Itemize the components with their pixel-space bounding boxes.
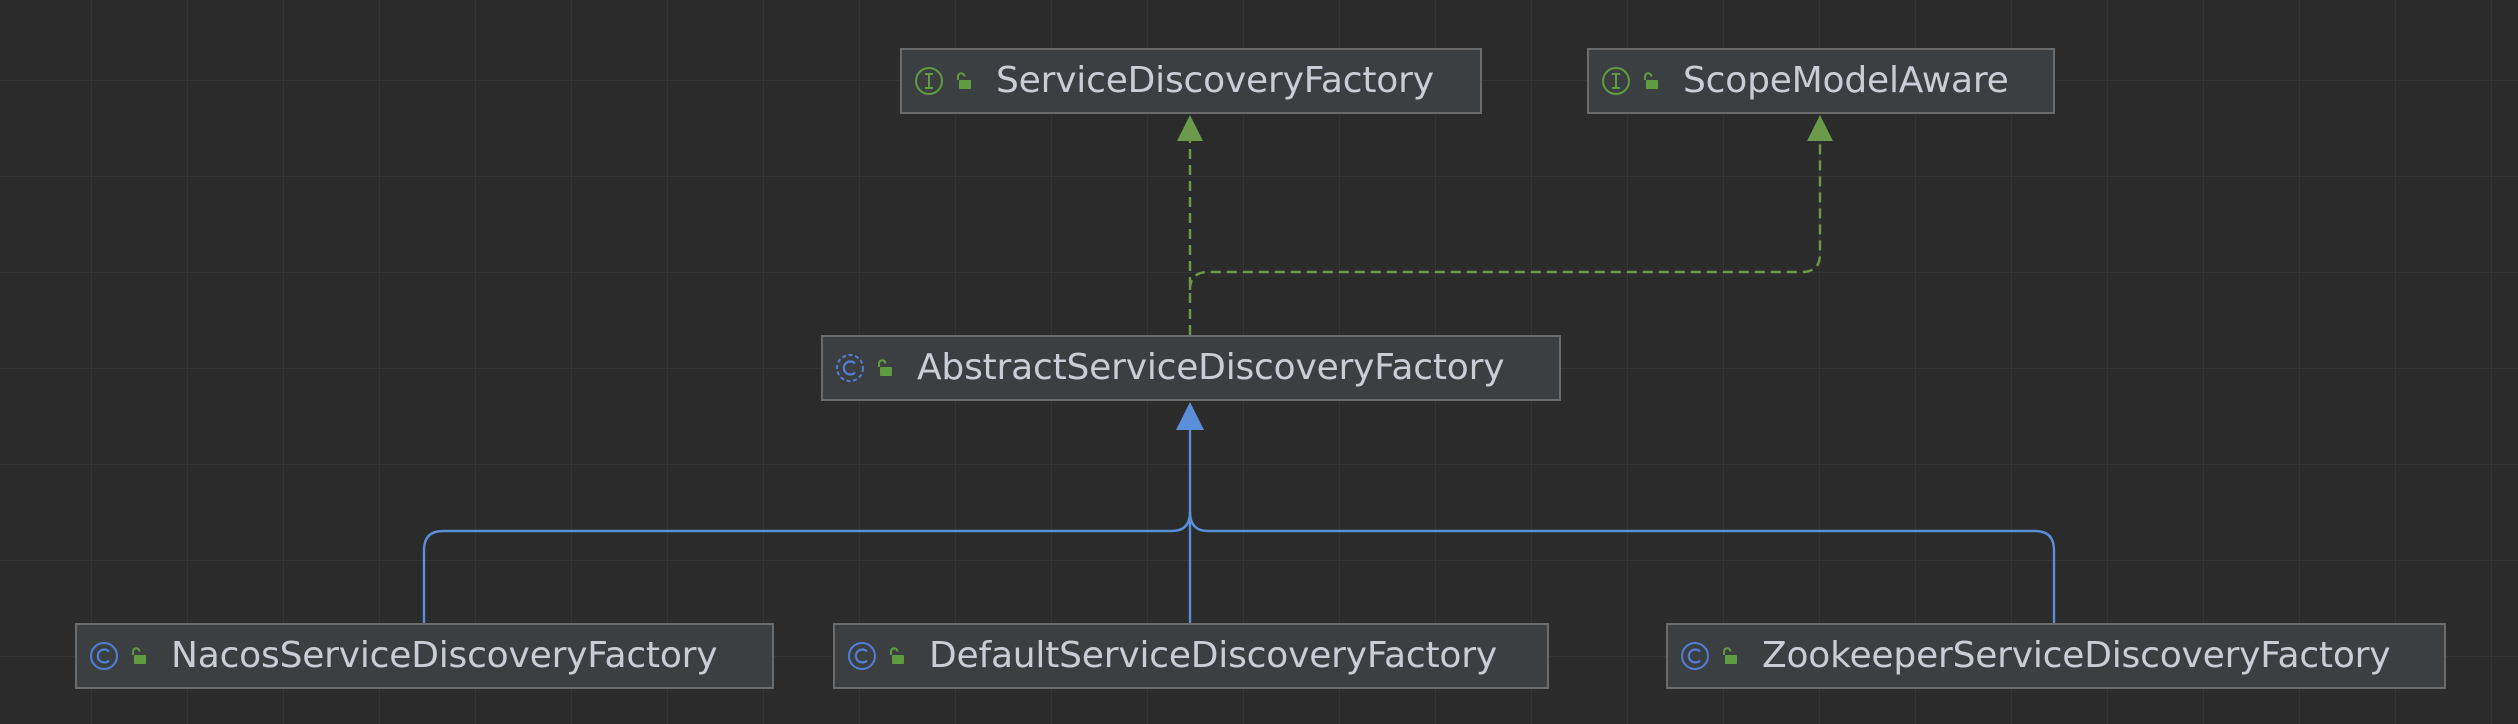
interface-icon <box>912 64 946 98</box>
class-node-label: ScopeModelAware <box>1683 60 2009 101</box>
class-node-zookeeper-service-discovery-factory[interactable]: ZookeeperServiceDiscoveryFactory <box>1666 623 2446 689</box>
uml-class-diagram: ServiceDiscoveryFactory ScopeModelAware … <box>0 0 2518 724</box>
class-node-service-discovery-factory[interactable]: ServiceDiscoveryFactory <box>900 48 1482 114</box>
public-lock-icon <box>885 645 907 667</box>
class-icon <box>845 639 879 673</box>
extends-edge-nacos-service-discovery-factory <box>422 511 1192 623</box>
interface-icon <box>1599 64 1633 98</box>
implements-arrowhead <box>1807 115 1833 141</box>
extends-edge-zookeeper-service-discovery-factory <box>1188 511 2056 623</box>
public-lock-icon <box>1718 645 1740 667</box>
class-node-label: ServiceDiscoveryFactory <box>996 60 1434 101</box>
implements-arrowhead <box>1177 115 1203 141</box>
abstract-class-icon <box>833 351 867 385</box>
class-node-nacos-service-discovery-factory[interactable]: NacosServiceDiscoveryFactory <box>75 623 774 689</box>
public-lock-icon <box>952 70 974 92</box>
class-node-abstract-service-discovery-factory[interactable]: AbstractServiceDiscoveryFactory <box>821 335 1561 401</box>
class-icon <box>1678 639 1712 673</box>
implements-edge-scope-model-aware <box>1188 132 1822 291</box>
extends-arrowhead <box>1176 402 1204 430</box>
class-node-default-service-discovery-factory[interactable]: DefaultServiceDiscoveryFactory <box>833 623 1549 689</box>
class-node-label: ZookeeperServiceDiscoveryFactory <box>1762 635 2391 676</box>
public-lock-icon <box>1639 70 1661 92</box>
class-node-label: NacosServiceDiscoveryFactory <box>171 635 718 676</box>
class-node-label: DefaultServiceDiscoveryFactory <box>929 635 1497 676</box>
public-lock-icon <box>127 645 149 667</box>
public-lock-icon <box>873 357 895 379</box>
class-icon <box>87 639 121 673</box>
class-node-label: AbstractServiceDiscoveryFactory <box>917 347 1505 388</box>
class-node-scope-model-aware[interactable]: ScopeModelAware <box>1587 48 2055 114</box>
